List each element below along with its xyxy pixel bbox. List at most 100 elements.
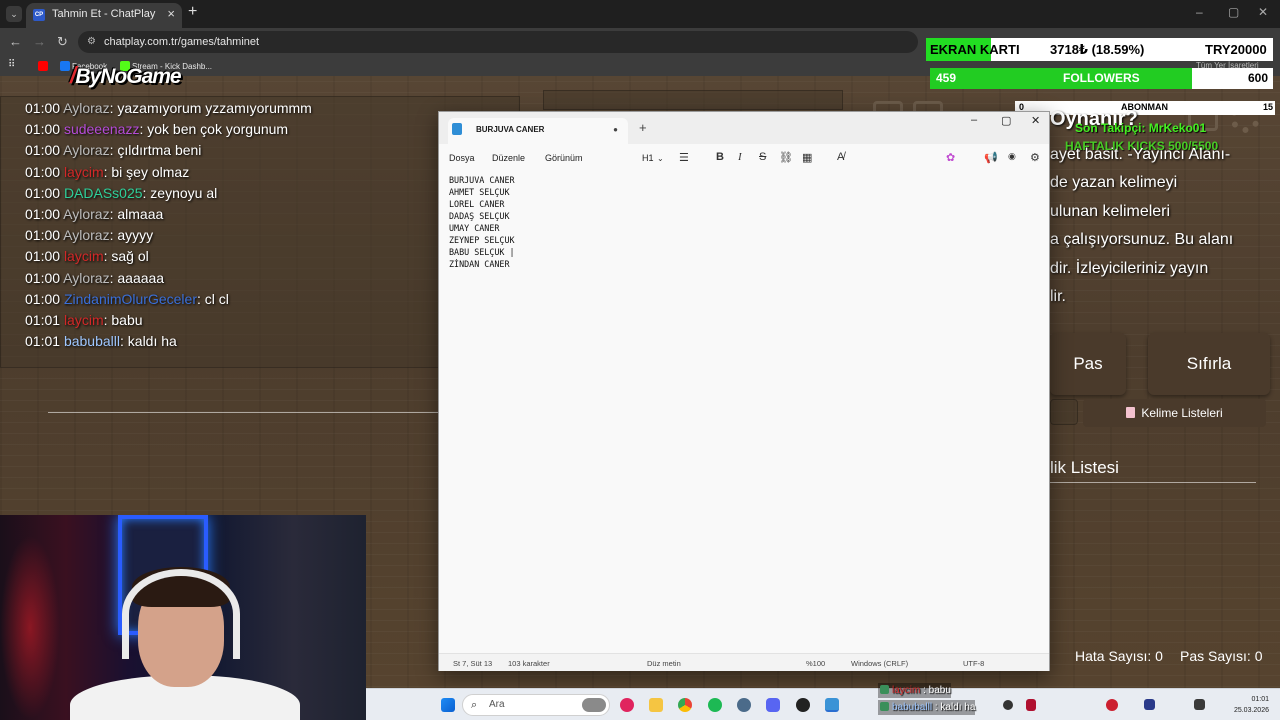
ticker-message: babuballl : kaldı ha	[878, 700, 976, 715]
chat-username[interactable]: Ayloraz	[63, 142, 109, 158]
file-explorer-icon[interactable]	[649, 698, 663, 712]
new-tab-icon[interactable]: +	[188, 3, 197, 21]
notepad-window: BURJUVA CANER ● + – ▢ ✕ Dosya Düzenle Gö…	[438, 111, 1050, 671]
clock-time: 01:01	[1251, 696, 1269, 703]
minimize-icon[interactable]: –	[971, 114, 977, 126]
chat-username[interactable]: ZindanimOlurGeceler	[64, 291, 197, 307]
facebook-icon	[60, 61, 70, 71]
tray-app-icon[interactable]	[1144, 699, 1155, 710]
new-tab-icon[interactable]: +	[639, 120, 647, 135]
chat-username[interactable]: Ayloraz	[63, 206, 109, 222]
chat-username[interactable]: DADASs025	[64, 185, 143, 201]
zoom-level[interactable]: %100	[806, 659, 825, 668]
url-text: chatplay.com.tr/games/tahminet	[104, 36, 260, 48]
line-ending[interactable]: Windows (CRLF)	[851, 659, 908, 668]
account-icon[interactable]: ◉	[1008, 151, 1016, 162]
close-window-icon[interactable]: ✕	[1258, 5, 1268, 19]
tab-search-icon[interactable]: ⌄	[6, 6, 22, 22]
chat-username[interactable]: Ayloraz	[63, 227, 109, 243]
divider-line	[1050, 482, 1256, 483]
instruction-line: ayet basit. -Yayıncı Alanı-	[1050, 146, 1231, 163]
list-icon[interactable]: ☰	[679, 151, 689, 164]
chat-username[interactable]: laycim	[64, 164, 104, 180]
text-format[interactable]: Düz metin	[647, 659, 681, 668]
maximize-icon[interactable]: ▢	[1228, 5, 1239, 19]
back-icon[interactable]: ←	[9, 34, 22, 49]
encoding[interactable]: UTF-8	[963, 659, 984, 668]
table-icon[interactable]: ▦	[802, 151, 812, 164]
sifirla-button[interactable]: Sıfırla	[1148, 333, 1270, 395]
widget-icon[interactable]	[582, 698, 606, 712]
link-icon[interactable]: ⛓	[779, 151, 793, 164]
cursor-position: St 7, Süt 13	[453, 659, 493, 668]
spotify-icon[interactable]	[708, 698, 722, 712]
copilot-icon[interactable]: ✿	[946, 151, 955, 164]
followers-label: FOLLOWERS	[1063, 71, 1140, 85]
chat-username[interactable]: Ayloraz	[63, 270, 109, 286]
menu-gorunum[interactable]: Görünüm	[545, 153, 583, 163]
record-icon[interactable]	[1106, 699, 1118, 711]
pas-button[interactable]: Pas	[1050, 333, 1126, 395]
settings-icon[interactable]: ⚙	[1030, 151, 1040, 164]
chat-time: 01:00	[25, 163, 64, 180]
discord-icon[interactable]	[766, 698, 780, 712]
followers-goal-bar: 459 FOLLOWERS 600	[930, 68, 1273, 89]
heading-select[interactable]: H1	[642, 153, 654, 163]
chrome-icon[interactable]	[678, 698, 692, 712]
chat-time: 01:00	[25, 227, 64, 244]
chat-text: : sağ ol	[103, 248, 149, 265]
chat-time: 01:00	[25, 205, 64, 222]
chat-username[interactable]: Ayloraz	[63, 100, 109, 116]
browser-tab[interactable]: CP Tahmin Et - ChatPlay ×	[26, 3, 182, 28]
clear-format-icon[interactable]: A̸	[837, 151, 844, 163]
ticker-message: laycim : babu	[878, 683, 951, 698]
chat-message: 01:00 Ayloraz: çıldırtma beni	[25, 140, 445, 161]
media-player-icon[interactable]	[620, 698, 634, 712]
chat-username[interactable]: sudeeenazz	[64, 121, 140, 137]
tray-app-icon[interactable]	[1194, 699, 1205, 710]
chat-text: : almaaa	[109, 205, 164, 222]
notepad-editor[interactable]: BURJUVA CANER AHMET SELÇUK LOREL CANER DADA…	[449, 172, 1039, 652]
clock[interactable]: 01:01 25.03.2026	[1234, 694, 1269, 716]
forward-icon[interactable]: →	[33, 34, 46, 49]
kelime-listeleri-label: Kelime Listeleri	[1141, 406, 1223, 420]
kelime-listeleri-button[interactable]: Kelime Listeleri	[1083, 399, 1266, 427]
chat-time: 01:00	[25, 290, 64, 307]
goal-label: EKRAN KARTI	[930, 42, 1020, 57]
site-info-icon[interactable]: ⚙	[87, 31, 96, 53]
chat-time: 01:00	[25, 142, 64, 159]
menu-dosya[interactable]: Dosya	[449, 153, 475, 163]
followers-progress-fill	[930, 68, 1193, 89]
unsaved-dot-icon[interactable]: ●	[613, 118, 618, 142]
chat-overlay: 01:00 Ayloraz: yazamıyorum yzzamıyorummm…	[25, 98, 445, 352]
menu-duzenle[interactable]: Düzenle	[492, 153, 525, 163]
minimize-icon[interactable]: –	[1196, 5, 1203, 19]
chat-username[interactable]: babuballl	[64, 333, 120, 349]
youtube-bookmark-icon[interactable]	[38, 61, 50, 71]
notepad-taskbar-icon[interactable]	[825, 698, 839, 712]
chevron-down-icon[interactable]: ⌄	[657, 154, 664, 163]
obs-icon[interactable]	[796, 698, 810, 712]
notepad-tab[interactable]: BURJUVA CANER ●	[448, 118, 628, 144]
close-icon[interactable]: ✕	[1031, 114, 1040, 127]
close-tab-icon[interactable]: ×	[167, 3, 175, 25]
announcement-icon[interactable]: 📢	[984, 151, 998, 164]
reload-icon[interactable]: ↻	[57, 34, 68, 50]
chat-username[interactable]: laycim	[64, 248, 104, 264]
badge-icon	[880, 685, 889, 694]
network-icon[interactable]	[737, 698, 751, 712]
strikethrough-icon[interactable]: S	[759, 151, 766, 163]
chat-message: 01:00 Ayloraz: ayyyy	[25, 225, 445, 246]
italic-icon[interactable]: I	[738, 151, 742, 163]
chat-username[interactable]: laycim	[64, 312, 104, 328]
chat-text: : bi şey olmaz	[103, 163, 190, 180]
word-input-edge[interactable]	[1050, 399, 1078, 425]
bold-icon[interactable]: B	[716, 151, 724, 163]
address-bar[interactable]: ⚙ chatplay.com.tr/games/tahminet	[78, 31, 918, 53]
windows-start-icon[interactable]	[441, 698, 455, 712]
maximize-icon[interactable]: ▢	[1001, 114, 1011, 127]
chat-text: : babu	[103, 311, 143, 328]
apps-icon[interactable]: ⠿	[8, 59, 15, 70]
notepad-line: AHMET SELÇUK	[449, 187, 510, 197]
chat-message: 01:00 Ayloraz: almaaa	[25, 204, 445, 225]
